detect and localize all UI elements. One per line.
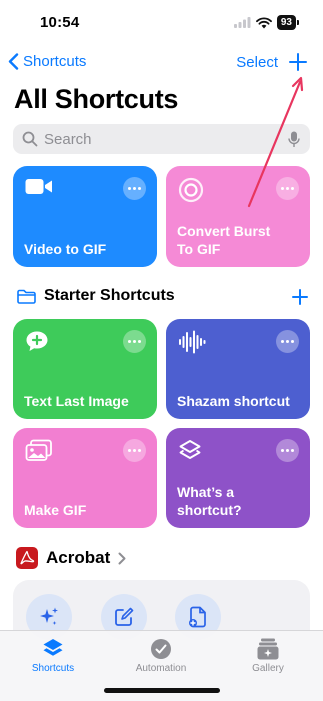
- select-button[interactable]: Select: [236, 54, 278, 71]
- status-icons: 93: [233, 15, 299, 30]
- battery-nub: [297, 20, 299, 25]
- more-button[interactable]: [276, 330, 299, 353]
- shortcut-card-title: Make GIF: [24, 502, 87, 518]
- search-field[interactable]: Search: [13, 124, 310, 154]
- section-title: Acrobat: [46, 548, 111, 567]
- shortcuts-layers-icon: [43, 639, 63, 656]
- battery-level: 93: [276, 15, 296, 30]
- tab-label: Automation: [135, 663, 187, 674]
- shortcut-card-whats-a-shortcut[interactable]: What’s a shortcut?: [166, 428, 310, 528]
- shortcut-card-title: Text Last Image: [24, 393, 129, 409]
- adobe-acrobat-icon: [16, 547, 38, 569]
- gallery-icon: [257, 638, 279, 660]
- shortcut-card-shazam[interactable]: Shazam shortcut: [166, 319, 310, 419]
- more-button[interactable]: [123, 177, 146, 200]
- file-plus-icon: [189, 606, 206, 628]
- more-button[interactable]: [276, 177, 299, 200]
- status-time: 10:54: [40, 14, 80, 31]
- photos-icon: [25, 439, 52, 461]
- more-button[interactable]: [123, 439, 146, 462]
- shortcut-card-text-last-image[interactable]: Text Last Image: [13, 319, 157, 419]
- shortcut-card-title: Convert Burst To GIF: [177, 223, 271, 257]
- signal-icon: [233, 17, 251, 28]
- section-title: Starter Shortcuts: [44, 287, 175, 304]
- shortcut-card-make-gif[interactable]: Make GIF: [13, 428, 157, 528]
- burst-icon: [178, 177, 204, 203]
- chevron-right-icon: [118, 552, 126, 564]
- microphone-icon[interactable]: [288, 131, 300, 148]
- folder-icon: [17, 289, 36, 304]
- add-starter-button[interactable]: [290, 287, 310, 307]
- add-shortcut-button[interactable]: [285, 49, 311, 75]
- tab-automation[interactable]: Automation: [116, 637, 206, 674]
- home-indicator: [104, 688, 220, 693]
- tab-gallery[interactable]: Gallery: [223, 637, 313, 674]
- back-button[interactable]: Shortcuts: [8, 53, 86, 70]
- tab-label: Gallery: [252, 663, 284, 674]
- shortcut-card-title: Shazam shortcut: [177, 393, 290, 409]
- video-camera-icon: [25, 179, 52, 194]
- page-title: All Shortcuts: [14, 84, 179, 114]
- shortcut-card-convert-burst[interactable]: Convert Burst To GIF: [166, 166, 310, 267]
- more-button[interactable]: [276, 439, 299, 462]
- acrobat-section-header[interactable]: Acrobat: [16, 547, 126, 569]
- starter-shortcuts-header[interactable]: Starter Shortcuts: [17, 287, 175, 305]
- wifi-icon: [255, 16, 272, 28]
- chevron-left-icon: [8, 53, 19, 70]
- message-plus-icon: [26, 331, 48, 351]
- shortcuts-layers-icon: [179, 440, 201, 459]
- shortcut-card-video-to-gif[interactable]: Video to GIF: [13, 166, 157, 267]
- sparkles-icon: [40, 607, 58, 625]
- shortcut-card-title: Video to GIF: [24, 241, 107, 257]
- edit-icon: [115, 607, 134, 626]
- shortcut-card-title: What’s a shortcut?: [177, 484, 242, 518]
- waveform-icon: [179, 330, 206, 354]
- search-placeholder: Search: [44, 130, 92, 148]
- tab-shortcuts[interactable]: Shortcuts: [8, 637, 98, 674]
- clock-check-icon: [151, 639, 171, 659]
- tab-label: Shortcuts: [31, 663, 75, 674]
- back-label: Shortcuts: [23, 53, 87, 70]
- search-icon: [22, 131, 38, 147]
- more-button[interactable]: [123, 330, 146, 353]
